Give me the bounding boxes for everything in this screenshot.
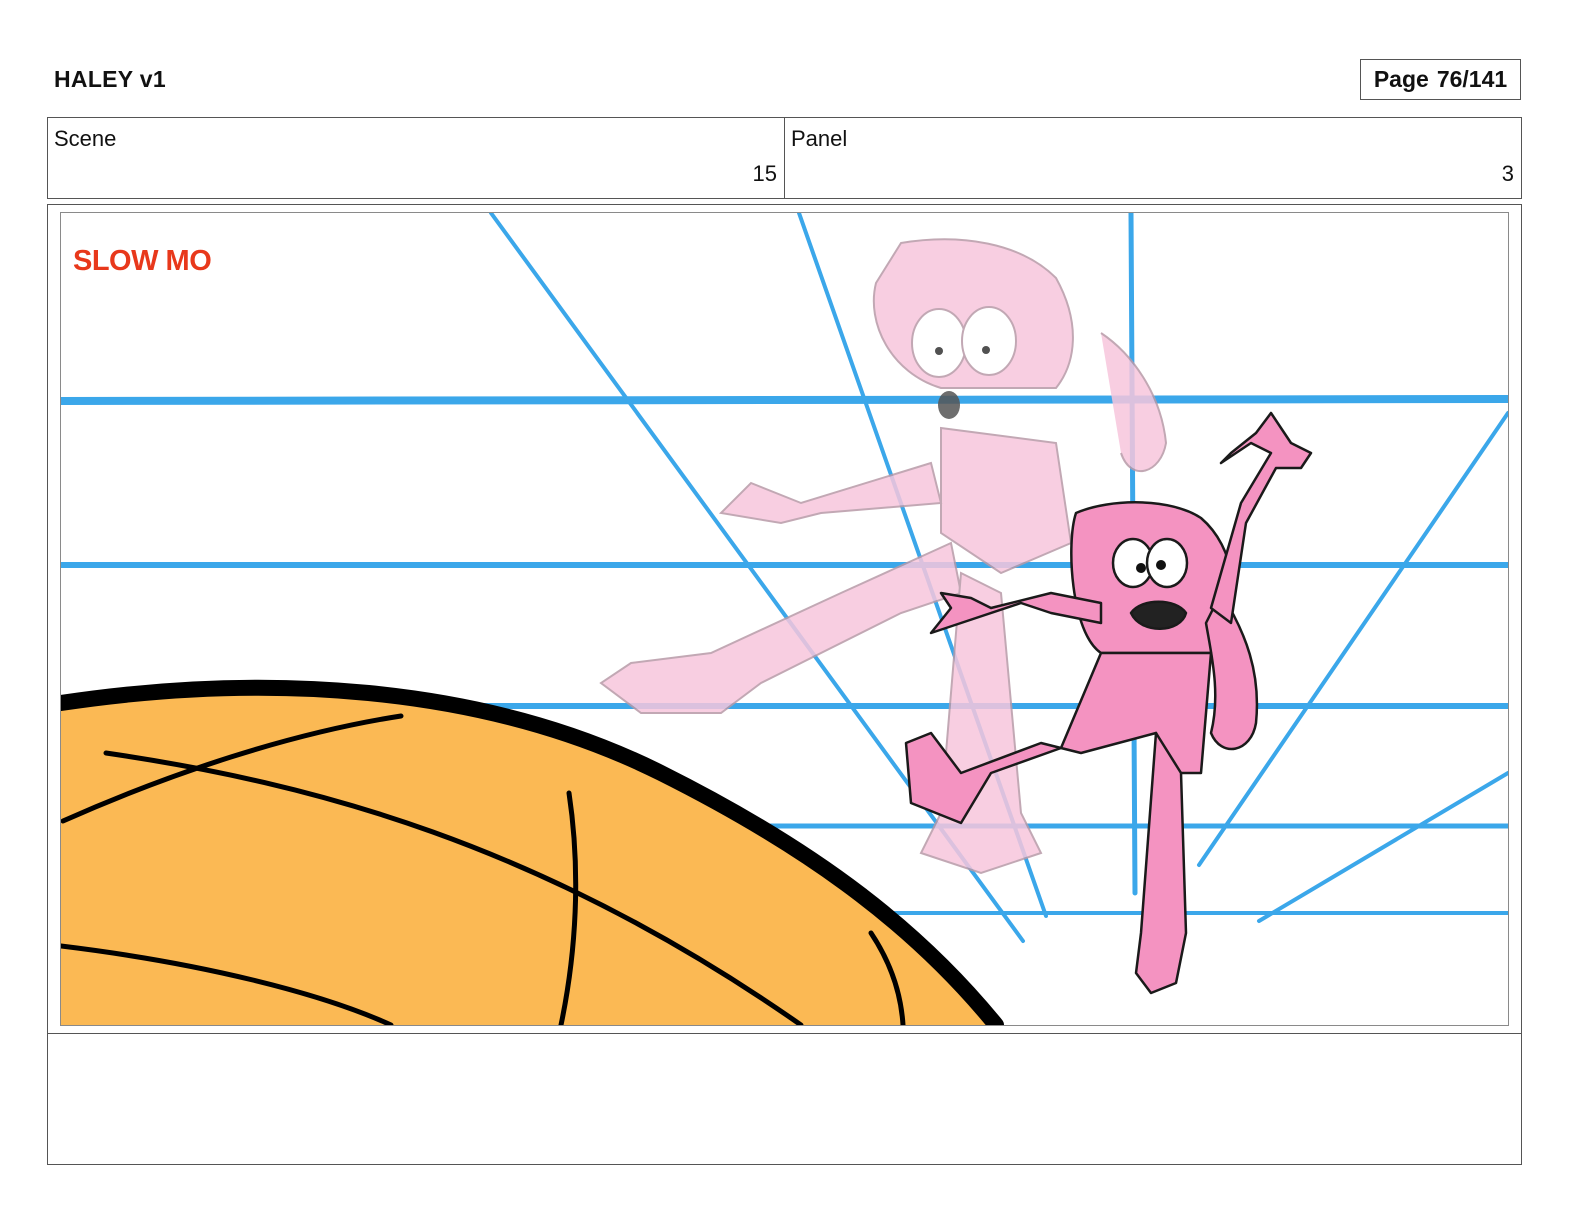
notes-divider xyxy=(48,1033,1521,1034)
board-title: HALEY v1 xyxy=(54,66,166,92)
panel-label: Panel xyxy=(791,126,848,151)
page-label: Page xyxy=(1373,66,1429,92)
panel-notes xyxy=(56,1043,1511,1153)
slow-mo-label: SLOW MO xyxy=(73,245,212,277)
panel-cell: Panel 3 xyxy=(784,118,1521,198)
scene-cell: Scene 15 xyxy=(48,118,784,198)
storyboard-frame: SLOW MO xyxy=(47,204,1522,1165)
panel-number: 3 xyxy=(1501,161,1514,186)
panel-artwork: SLOW MO xyxy=(60,212,1509,1026)
scene-number: 15 xyxy=(752,161,777,186)
scene-panel-header: Scene 15 Panel 3 xyxy=(47,117,1522,199)
scene-label: Scene xyxy=(54,126,117,151)
page-number: 76/141 xyxy=(1436,66,1508,92)
panel-drawing xyxy=(61,213,1508,1025)
basketball xyxy=(61,679,1004,1025)
page-indicator: Page 76/141 xyxy=(1360,59,1521,100)
